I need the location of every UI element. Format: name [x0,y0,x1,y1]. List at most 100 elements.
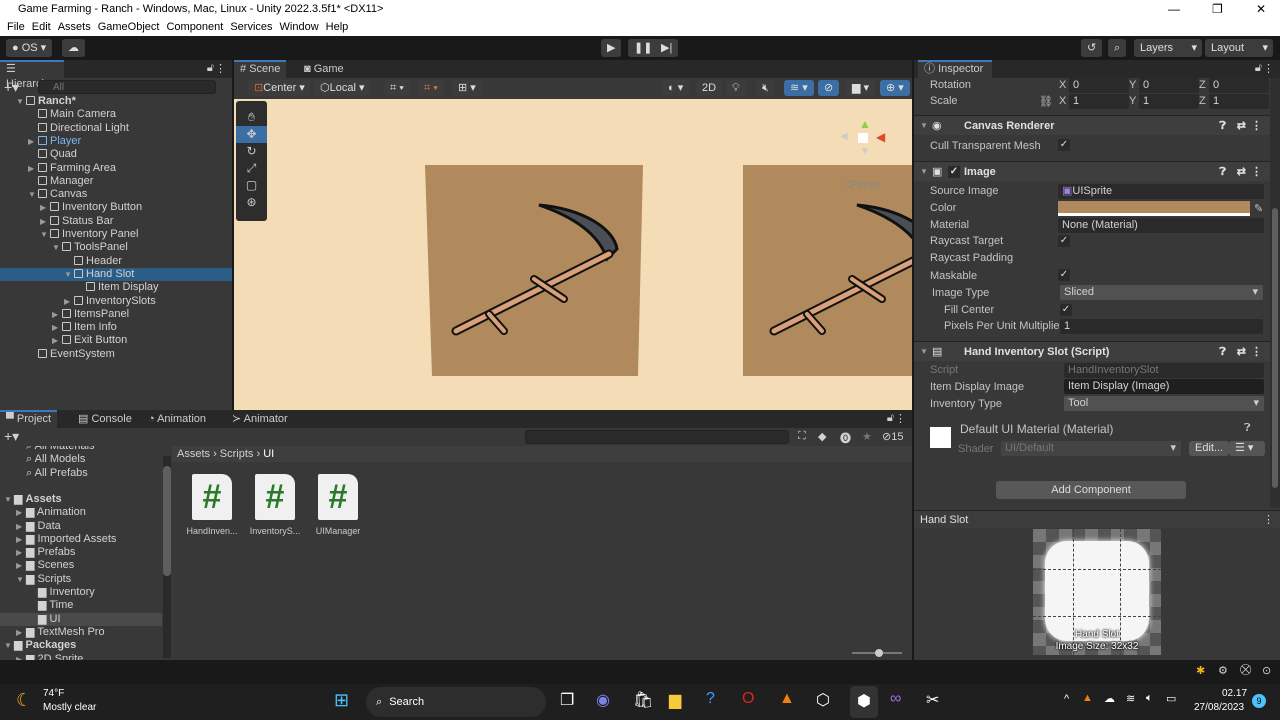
scale-z-field[interactable]: 1 [1209,94,1269,109]
hierarchy-item[interactable]: ▶ ItemsPanel [0,308,232,321]
search-icon[interactable]: ⌕ [1108,39,1127,57]
favorite-item[interactable]: ⌕ All Models [0,453,162,466]
project-folder[interactable]: ▶ ▆ Data [0,520,162,533]
hierarchy-item[interactable]: Directional Light [0,122,232,135]
hierarchy-item[interactable]: ▶ Player [0,135,232,148]
space-local-dropdown[interactable]: ⬡Local ▾ [314,80,371,96]
tab-scene[interactable]: # Scene [234,60,287,78]
add-component-button[interactable]: Add Component [996,481,1186,499]
maskable-checkbox[interactable]: ✓ [1058,269,1070,281]
expand-arrow[interactable]: ▶ [52,321,62,334]
step-button[interactable]: ▶| [655,39,679,57]
rotate-tool-icon[interactable]: ↻ [236,143,267,160]
account-dropdown[interactable]: ● OS ▾ [6,39,53,57]
more-icon[interactable]: ⋮ [215,62,226,75]
canvas-renderer-header[interactable]: ▼ ◉ Canvas Renderer ❓︎ ⇄ ⋮ [914,115,1270,135]
file-explorer-icon[interactable]: ▆ [669,690,681,710]
project-folder[interactable]: ▶ ▆ Prefabs [0,546,162,559]
expand-arrow[interactable]: ▼ [16,95,26,108]
orientation-gizmo[interactable]: ▲ ◀ ◀ ▼ [838,113,888,163]
project-folder[interactable]: ▼ ▆ Scripts [0,573,162,586]
scene-viewport[interactable]: ✋︎ ✥ ↻ ⤢ ▢ ⊛ ▲ ◀ ◀ ▼ <Persp [234,99,912,410]
teams-icon[interactable]: ◉ [596,690,610,710]
expand-arrow[interactable]: ▼ [28,188,38,201]
filter-type-icon[interactable]: ⛶ [798,430,806,443]
expand-arrow[interactable]: ▶ [28,162,38,175]
lighting-toggle[interactable]: 💡︎ [726,80,746,96]
expand-arrow[interactable]: ▶ [52,334,62,347]
vlc-tray-icon[interactable]: ▲ [1082,692,1093,704]
battery-icon[interactable]: ▭ [1166,692,1176,705]
audio-toggle[interactable]: 🔇︎ [756,80,775,96]
gizmos-dropdown[interactable]: ⊕ ▾ [880,80,910,96]
opera-icon[interactable]: O [742,690,754,708]
project-folder[interactable]: ▶ ▆ 2D Sprite [0,653,162,661]
weather-temp[interactable]: 74°F [43,688,64,699]
image-type-dropdown[interactable]: Sliced [1060,285,1263,300]
foldout-arrow[interactable]: ▼ [920,342,928,362]
expand-arrow[interactable]: ▼ [64,268,74,281]
weather-text[interactable]: Mostly clear [43,702,96,713]
expand-arrow[interactable]: ▶ [16,533,26,546]
expand-arrow[interactable]: ▶ [40,201,50,214]
pause-button[interactable]: ❚❚ [628,39,659,57]
project-search-input[interactable] [525,430,789,444]
breadcrumb-ui[interactable]: UI [263,448,274,460]
clock-date[interactable]: 27/08/2023 [1194,702,1244,713]
expand-arrow[interactable]: ▶ [64,295,74,308]
expand-arrow[interactable]: ▶ [16,626,26,639]
unity-hub-icon[interactable]: ⬡ [816,690,830,710]
source-image-field[interactable]: ▣UISprite [1058,184,1264,199]
tab-animation[interactable]: ◔ Animation [142,410,212,428]
menu-gameobject[interactable]: GameObject [98,21,160,33]
more-icon[interactable]: ⋮ [1263,513,1274,526]
onedrive-icon[interactable]: ☁ [1104,692,1115,705]
expand-arrow[interactable]: ▶ [16,546,26,559]
expand-arrow[interactable]: ▼ [40,228,50,241]
hierarchy-item[interactable]: Manager [0,175,232,188]
preview-title-dropdown[interactable]: Hand Slot [920,514,968,526]
tab-game[interactable]: ◙ Game [298,60,350,78]
menu-edit[interactable]: Edit [32,21,51,33]
tab-animator[interactable]: ≻ Animator [226,410,294,428]
color-field[interactable] [1058,201,1250,216]
history-icon[interactable]: ↺ [1081,39,1103,57]
shader-dropdown[interactable]: UI/Default [1001,441,1181,456]
expand-arrow[interactable]: ▼ [16,573,26,586]
foldout-arrow[interactable]: ▼ [920,116,928,136]
more-icon[interactable]: ⋮ [1251,116,1262,136]
debug-icon[interactable]: ⚙ [1218,664,1228,677]
unity-editor-icon[interactable]: ⬢ [850,686,878,718]
pivot-center-dropdown[interactable]: ⊡Center ▾ [248,80,311,96]
hidden-objects-toggle[interactable]: ⊘ [818,80,840,96]
favorite-star-icon[interactable]: ★ [862,430,872,443]
inspector-scrollbar[interactable] [1270,78,1280,508]
presets-icon[interactable]: ⇄ [1237,162,1246,182]
menu-help[interactable]: Help [326,21,349,33]
csharp-script-icon[interactable]: # [192,474,232,520]
cache-icon[interactable]: ⛒ [1240,664,1251,677]
item-display-image-field[interactable]: Item Display (Image) [1064,379,1264,394]
transform-tool-icon[interactable]: ⊛ [236,194,267,211]
draw-mode-dropdown[interactable]: ◐ ▾ [662,80,690,96]
ruler-button[interactable]: ⊞ ▾ [452,80,482,96]
lock-icon[interactable]: 🔓︎ [887,412,894,425]
cull-transparent-mesh-checkbox[interactable]: ✓ [1058,139,1070,151]
rotation-y-field[interactable]: 0 [1139,78,1199,93]
help-icon[interactable]: ❓︎ [1244,422,1251,435]
2d-toggle[interactable]: 2D [696,80,723,96]
rotation-x-field[interactable]: 0 [1069,78,1129,93]
hierarchy-item[interactable]: ▶ Item Info [0,321,232,334]
project-folder[interactable]: ▼ ▆ Packages [0,639,162,652]
hierarchy-item[interactable]: ▼ Hand Slot [0,267,232,281]
minimize-button[interactable]: — [1168,0,1180,18]
hierarchy-item[interactable]: ▶ Exit Button [0,334,232,347]
tab-hierarchy[interactable]: ☰ Hierarchy [0,60,64,90]
add-button[interactable]: +▾ [4,79,19,96]
hierarchy-item[interactable]: ▼ Ranch* [0,95,232,108]
expand-arrow[interactable]: ▼ [4,493,14,506]
hierarchy-item[interactable]: ▼ Inventory Panel [0,228,232,241]
snipping-tool-icon[interactable]: ✂ [926,690,939,710]
project-folder[interactable]: ▆ UI [0,612,162,626]
hierarchy-item[interactable]: ▶ Status Bar [0,215,232,228]
